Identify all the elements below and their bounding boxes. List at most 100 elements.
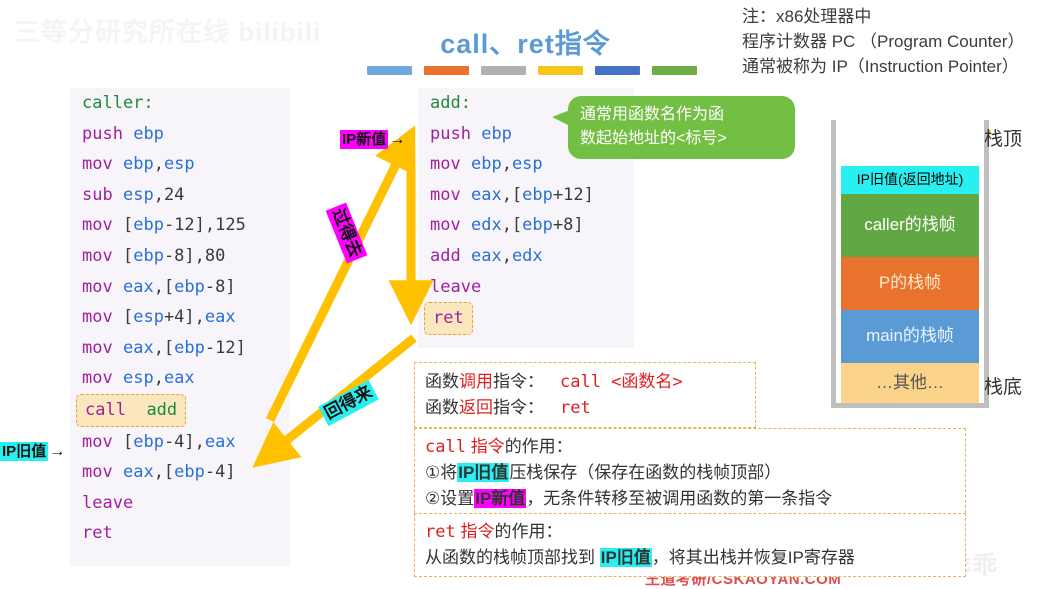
code-operand: edx	[511, 245, 543, 266]
code-opcode: leave	[82, 492, 134, 513]
code-opcode: add	[430, 245, 461, 266]
code-operand: [	[122, 431, 134, 452]
code-operand: +12	[552, 184, 584, 205]
note-line-3: 通常被称为 IP（Instruction Pointer）	[742, 57, 1019, 76]
stack-cell: IP旧值(返回地址)	[841, 166, 979, 194]
code-opcode: mov	[82, 462, 113, 483]
code-operand: ,[	[153, 462, 175, 483]
code-operand: [	[122, 307, 134, 328]
callout-line-1: 通常用函数名作为函	[580, 106, 725, 123]
code-operand: ebp	[174, 276, 205, 297]
caller-code-lines-after: mov [ebp-4],eax mov eax,[ebp-4] leave ret	[70, 427, 290, 549]
code-opcode: mov	[430, 184, 461, 205]
code-operand: ebp	[522, 215, 553, 236]
code-operand: -12	[163, 215, 195, 236]
instruction-ret-value: ret	[560, 398, 591, 418]
code-operand: 125	[215, 215, 246, 236]
code-opcode: mov	[430, 215, 461, 236]
code-line: mov [esp+4],eax	[70, 302, 290, 333]
code-line: mov eax,[ebp-8]	[70, 272, 290, 303]
callout-line-2: 数起始地址的<标号>	[580, 130, 727, 147]
code-operand: eax	[204, 431, 236, 452]
stack-cell-list: IP旧值(返回地址) caller的栈帧 P的栈帧 main的栈帧 …其他…	[836, 166, 984, 403]
code-operand: esp	[122, 368, 154, 389]
code-operand: ebp	[481, 123, 512, 144]
note-block: 注：x86处理器中 程序计数器 PC （Program Counter） 通常被…	[742, 4, 1050, 79]
code-line: leave	[418, 272, 634, 303]
code-operand: ebp	[133, 123, 164, 144]
code-operand: -8	[204, 276, 226, 297]
stack-bottom-label: 栈底	[984, 377, 1023, 398]
code-operand: ebp	[133, 215, 164, 236]
code-operand: ebp	[470, 154, 502, 175]
title-rule-segment	[367, 66, 412, 75]
call-semantics-box: call 指令的作用： ①将IP旧值压栈保存（保存在函数的栈帧顶部） ②设置IP…	[414, 428, 966, 518]
instruction-ret-key: 函数返回指令：	[425, 398, 544, 417]
code-opcode: mov	[82, 307, 113, 328]
code-line: leave	[70, 488, 290, 519]
code-operand: 24	[163, 184, 185, 205]
ip-new-body: 新值	[356, 131, 387, 148]
code-operand: ],	[184, 307, 205, 328]
call-add-instruction[interactable]: call add	[76, 393, 187, 427]
call-opcode: call	[85, 399, 126, 420]
code-operand: ]	[225, 276, 236, 297]
code-line: mov eax,[ebp+12]	[418, 180, 634, 211]
code-operand: ,[	[153, 276, 175, 297]
code-opcode: mov	[82, 245, 113, 266]
code-operand: eax	[204, 307, 236, 328]
note-line-1: 注：x86处理器中	[742, 7, 872, 26]
code-operand: ebp	[133, 245, 164, 266]
code-operand: ]	[235, 337, 246, 358]
call-semantics-item-2: ②设置IP新值，无条件转移至被调用函数的第一条指令	[425, 489, 833, 508]
code-operand: edx	[470, 215, 502, 236]
code-opcode: mov	[82, 431, 113, 452]
code-operand: ebp	[122, 154, 154, 175]
code-operand: eax	[163, 368, 195, 389]
code-operand: 80	[204, 245, 226, 266]
code-opcode: push	[430, 123, 471, 144]
call-semantics-heading: call 指令的作用：	[425, 437, 573, 457]
code-operand: -4	[163, 431, 185, 452]
stack-cell: …其他…	[841, 363, 979, 403]
stack-cell: P的栈帧	[841, 257, 979, 310]
code-opcode: mov	[82, 368, 113, 389]
code-operand: eax	[122, 462, 154, 483]
code-operand: ]	[225, 462, 236, 483]
code-operand: ,	[501, 154, 512, 175]
arrow-call-jump	[265, 125, 416, 422]
code-operand: ebp	[522, 184, 553, 205]
code-operand: ],	[194, 215, 216, 236]
instruction-row-call: 函数调用指令： call <函数名>	[425, 369, 745, 395]
code-line: add eax,edx	[418, 241, 634, 272]
ip-old-prefix: IP	[2, 443, 17, 460]
ip-old-arrow-icon: →	[49, 443, 66, 460]
code-operand: [	[122, 215, 134, 236]
code-opcode: mov	[82, 276, 113, 297]
code-operand: esp	[122, 184, 154, 205]
ip-new-value-tag: IP新值 →	[340, 128, 405, 149]
instruction-row-ret: 函数返回指令： ret	[425, 395, 745, 421]
arrow-label-back: 回得来	[318, 379, 379, 427]
title-rule-segment	[538, 66, 583, 75]
code-operand: +4	[163, 307, 185, 328]
ip-old-body: 旧值	[16, 443, 47, 460]
code-operand: -12	[204, 337, 236, 358]
code-opcode: leave	[430, 276, 482, 297]
code-operand: ,	[501, 245, 512, 266]
code-opcode: ret	[82, 523, 113, 544]
code-opcode: mov	[82, 337, 113, 358]
title-rule-segment	[595, 66, 640, 75]
code-operand: ebp	[174, 462, 205, 483]
call-add-highlight-row: call add	[70, 393, 290, 427]
label-callout: 通常用函数名作为函 数起始地址的<标号>	[552, 96, 795, 159]
code-line: sub esp,24	[70, 180, 290, 211]
stack-top-label: 栈顶	[984, 129, 1023, 150]
stack-cell: caller的栈帧	[841, 194, 979, 257]
instruction-call-value: call <函数名>	[560, 372, 683, 392]
stack-diagram: IP旧值(返回地址) caller的栈帧 P的栈帧 main的栈帧 …其他…	[831, 120, 989, 408]
code-opcode: sub	[82, 184, 113, 205]
instruction-summary-box: 函数调用指令： call <函数名> 函数返回指令： ret	[414, 362, 756, 428]
ret-instruction[interactable]: ret	[424, 302, 473, 335]
code-operand: eax	[122, 276, 154, 297]
